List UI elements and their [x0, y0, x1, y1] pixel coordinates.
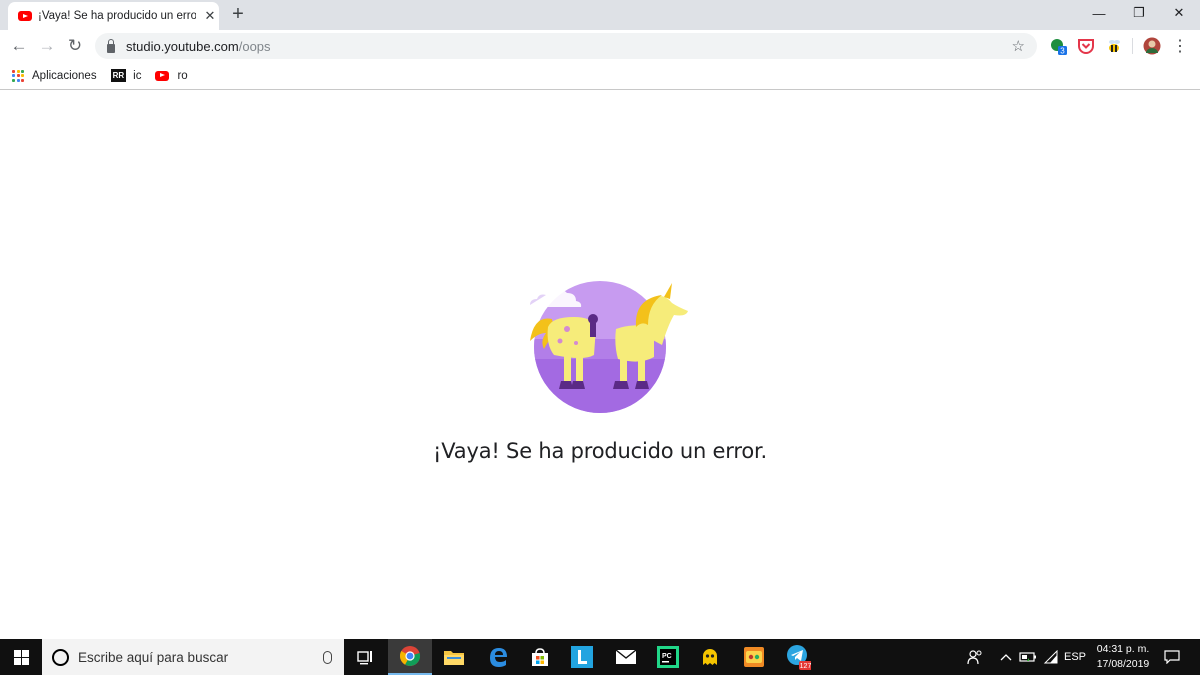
forward-button[interactable]: → [35, 35, 59, 57]
apps-grid-icon [12, 69, 24, 82]
taskbar-search-box[interactable]: Escribe aquí para buscar [42, 639, 344, 675]
task-view-icon[interactable] [344, 639, 388, 675]
address-bar[interactable]: studio.youtube.com /oops ☆ [95, 33, 1037, 59]
clock-date: 17/08/2019 [1096, 658, 1150, 670]
bookmark-apps-label: Aplicaciones [32, 69, 97, 82]
mail-icon[interactable] [604, 639, 648, 675]
tab-strip: ¡Vaya! Se ha producido un error. ✕ + — ❐… [0, 0, 1200, 30]
windows-taskbar: Escribe aquí para buscar PC 127 ESP 04:3… [0, 639, 1200, 675]
windows-logo-icon [13, 649, 29, 665]
bookmark-apps[interactable]: Aplicaciones [12, 69, 97, 82]
lock-icon [107, 38, 115, 53]
language-indicator[interactable]: ESP [1063, 639, 1087, 675]
file-explorer-icon[interactable] [432, 639, 476, 675]
bookmark-ic[interactable]: RR ic [110, 69, 142, 82]
youtube-icon [18, 11, 32, 21]
pocket-icon[interactable] [1077, 37, 1095, 55]
bookmark-ro[interactable]: ro [155, 69, 188, 82]
url-path: /oops [238, 38, 271, 54]
wifi-icon[interactable] [1041, 639, 1061, 675]
l-app-icon[interactable] [560, 639, 604, 675]
pacman-game-icon[interactable] [688, 639, 732, 675]
chrome-taskbar-icon[interactable] [388, 639, 432, 675]
browser-tab[interactable]: ¡Vaya! Se ha producido un error. ✕ [8, 2, 219, 30]
extension-green-icon[interactable]: 3 [1049, 37, 1067, 55]
rr-icon: RR [110, 69, 127, 82]
telegram-badge: 127 [800, 663, 811, 670]
svg-text:PC: PC [662, 653, 672, 660]
bookmark-ro-label: ro [177, 69, 188, 82]
cortana-icon [52, 648, 69, 666]
battery-icon[interactable] [1018, 639, 1038, 675]
system-clock[interactable]: 04:31 p. m. 17/08/2019 [1090, 642, 1156, 672]
new-tab-button[interactable]: + [228, 4, 248, 24]
url-host: studio.youtube.com [126, 38, 239, 54]
youtube-icon [155, 70, 170, 81]
toolbar-divider [1132, 38, 1133, 54]
bookmarks-bar: Aplicaciones RR ic ro [0, 62, 1200, 90]
tab-title: ¡Vaya! Se ha producido un error. [38, 10, 196, 22]
clock-time: 04:31 p. m. [1096, 643, 1150, 655]
taskbar-search-placeholder: Escribe aquí para buscar [78, 649, 229, 665]
extension-badge: 3 [1060, 46, 1065, 55]
broken-unicorn-illustration [529, 281, 688, 413]
show-hidden-icons-chevron-icon[interactable] [998, 639, 1014, 675]
page-content: ¡Vaya! Se ha producido un error. [0, 91, 1200, 639]
pycharm-icon[interactable]: PC [646, 639, 690, 675]
browser-toolbar: ← → ↻ studio.youtube.com /oops ☆ 3 ⋮ [0, 30, 1200, 62]
notifications-icon[interactable] [1160, 639, 1184, 675]
back-button[interactable]: ← [7, 35, 31, 57]
game-app-icon[interactable] [732, 639, 776, 675]
window-close-button[interactable]: ✕ [1156, 0, 1200, 26]
start-button[interactable] [0, 639, 42, 675]
edge-icon[interactable] [476, 639, 520, 675]
profile-avatar-icon[interactable] [1143, 37, 1161, 55]
bee-extension-icon[interactable] [1105, 37, 1123, 55]
reload-button[interactable]: ↻ [63, 35, 87, 57]
error-message: ¡Vaya! Se ha producido un error. [433, 439, 767, 463]
store-icon[interactable] [518, 639, 562, 675]
tab-close-button[interactable]: ✕ [202, 8, 218, 24]
people-icon[interactable] [964, 639, 986, 675]
telegram-icon[interactable]: 127 [776, 639, 820, 675]
bookmark-ic-label: ic [133, 69, 142, 82]
bookmark-star-icon[interactable]: ☆ [1012, 37, 1025, 55]
microphone-icon[interactable] [323, 650, 332, 664]
browser-menu-button[interactable]: ⋮ [1168, 35, 1192, 57]
